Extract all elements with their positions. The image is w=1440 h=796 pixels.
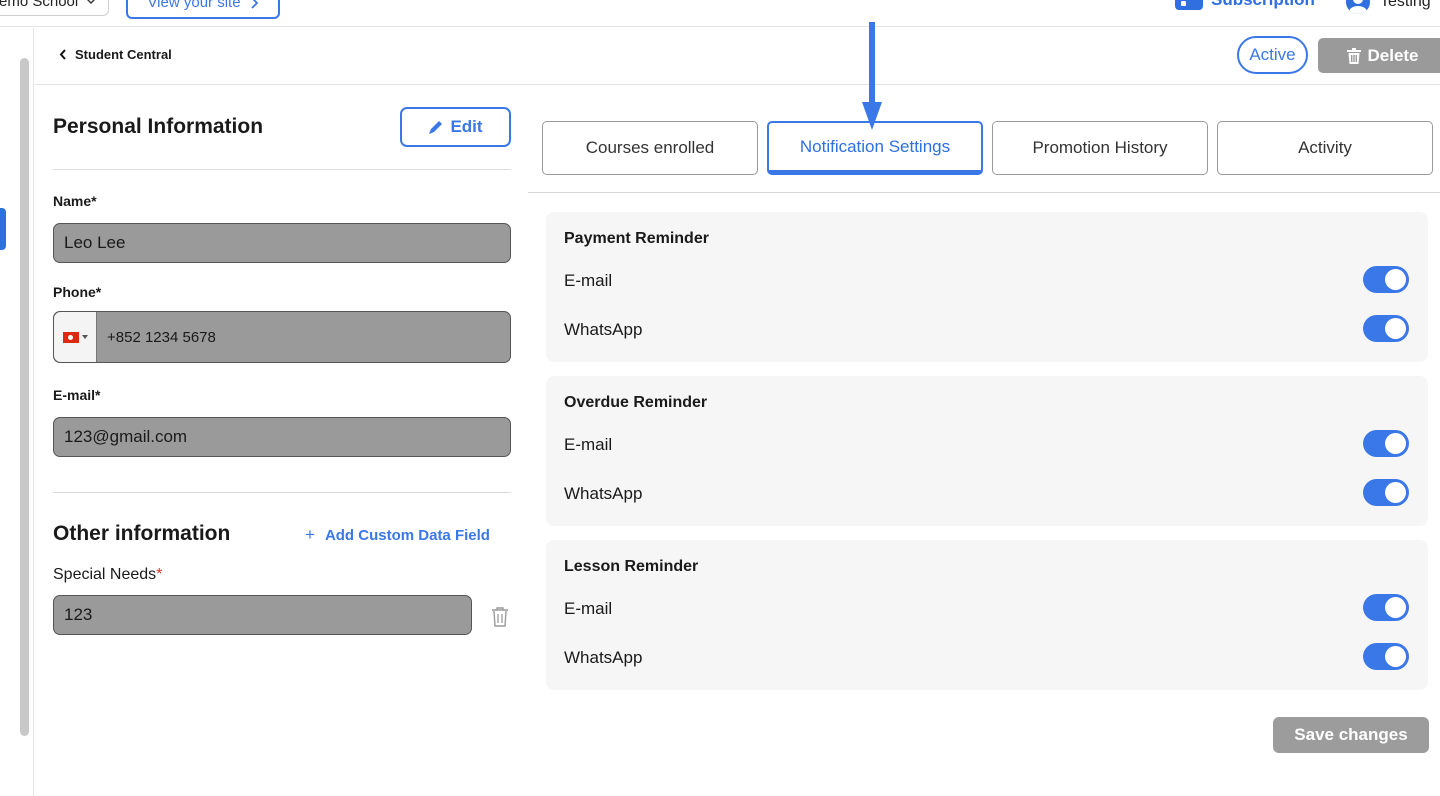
name-label: Name* (53, 193, 97, 209)
tab-activity[interactable]: Activity (1217, 121, 1433, 175)
tab-courses-enrolled[interactable]: Courses enrolled (542, 121, 758, 175)
name-value: Leo Lee (64, 233, 126, 252)
arrow-down-icon (862, 22, 882, 130)
subscription-label: Subscription (1211, 0, 1315, 10)
add-custom-field-label: Add Custom Data Field (324, 526, 490, 544)
email-label: E-mail* (53, 387, 101, 403)
back-link[interactable]: Student Central (59, 47, 172, 62)
phone-field[interactable]: +852 1234 5678 (53, 311, 511, 363)
user-icon (1346, 0, 1370, 14)
back-label: Student Central (75, 47, 172, 62)
hong-kong-flag-icon (62, 331, 79, 343)
divider (53, 169, 511, 170)
view-site-button[interactable]: View your site (126, 0, 280, 19)
special-needs-label: Special Needs* (53, 566, 162, 584)
user-menu[interactable]: Testing (1346, 0, 1431, 14)
whatsapp-label: WhatsApp (564, 484, 643, 503)
save-changes-button[interactable]: Save changes (1273, 717, 1429, 753)
phone-label: Phone* (53, 284, 102, 300)
subscription-link[interactable]: Subscription (1175, 0, 1315, 10)
view-site-label: View your site (147, 0, 241, 11)
scrollbar[interactable] (20, 58, 29, 736)
school-select-label: emo School (0, 0, 79, 10)
whatsapp-toggle[interactable] (1363, 315, 1409, 342)
status-badge[interactable]: Active (1237, 36, 1308, 74)
user-name: Testing (1380, 0, 1431, 10)
whatsapp-toggle[interactable] (1363, 479, 1409, 506)
phone-value: +852 1234 5678 (107, 328, 216, 346)
trash-icon[interactable] (491, 606, 509, 628)
edit-label: Edit (450, 117, 483, 136)
email-value: 123@gmail.com (64, 427, 188, 446)
caret-down-icon (81, 335, 88, 339)
delete-label: Delete (1367, 45, 1419, 65)
add-custom-field-button[interactable]: + Add Custom Data Field (305, 525, 490, 545)
edit-button[interactable]: Edit (400, 107, 511, 147)
email-field[interactable]: 123@gmail.com (53, 417, 511, 457)
school-select[interactable]: emo School (0, 0, 110, 16)
special-needs-value: 123 (64, 605, 93, 624)
pencil-icon (429, 121, 443, 134)
overdue-reminder-card: Overdue Reminder E-mail WhatsApp (546, 376, 1428, 526)
chevron-right-icon (250, 0, 258, 9)
whatsapp-label: WhatsApp (564, 648, 643, 667)
whatsapp-toggle[interactable] (1363, 643, 1409, 670)
email-label: E-mail (564, 599, 613, 618)
country-code-select[interactable] (54, 312, 97, 362)
whatsapp-label: WhatsApp (564, 320, 643, 339)
page-header: Student Central Active Delete (35, 28, 1440, 85)
required-marker: * (156, 566, 163, 583)
top-bar: emo School View your site Subscription T… (0, 0, 1440, 27)
card-title: Payment Reminder (564, 230, 709, 247)
email-label: E-mail (564, 435, 613, 454)
name-field[interactable]: Leo Lee (53, 223, 511, 263)
payment-reminder-card: Payment Reminder E-mail WhatsApp (546, 212, 1428, 362)
personal-info-title: Personal Information (53, 115, 264, 138)
email-toggle[interactable] (1363, 430, 1409, 457)
left-rail (0, 28, 34, 796)
tabs-divider (528, 192, 1440, 193)
card-title: Overdue Reminder (564, 394, 708, 411)
plus-icon: + (305, 525, 315, 544)
chevron-down-icon (87, 0, 96, 4)
lesson-reminder-card: Lesson Reminder E-mail WhatsApp (546, 540, 1428, 690)
email-toggle[interactable] (1363, 266, 1409, 293)
trash-icon (1347, 47, 1362, 64)
divider (53, 492, 511, 493)
chevron-left-icon (59, 49, 66, 60)
special-needs-field[interactable]: 123 (53, 595, 472, 635)
special-needs-text: Special Needs (53, 566, 157, 583)
rail-active-indicator (0, 208, 6, 250)
card-title: Lesson Reminder (564, 558, 699, 575)
delete-button[interactable]: Delete (1318, 38, 1440, 73)
email-label: E-mail (564, 271, 613, 290)
tab-promotion-history[interactable]: Promotion History (992, 121, 1208, 175)
other-info-title: Other information (53, 522, 231, 545)
card-icon (1175, 0, 1203, 10)
email-toggle[interactable] (1363, 594, 1409, 621)
